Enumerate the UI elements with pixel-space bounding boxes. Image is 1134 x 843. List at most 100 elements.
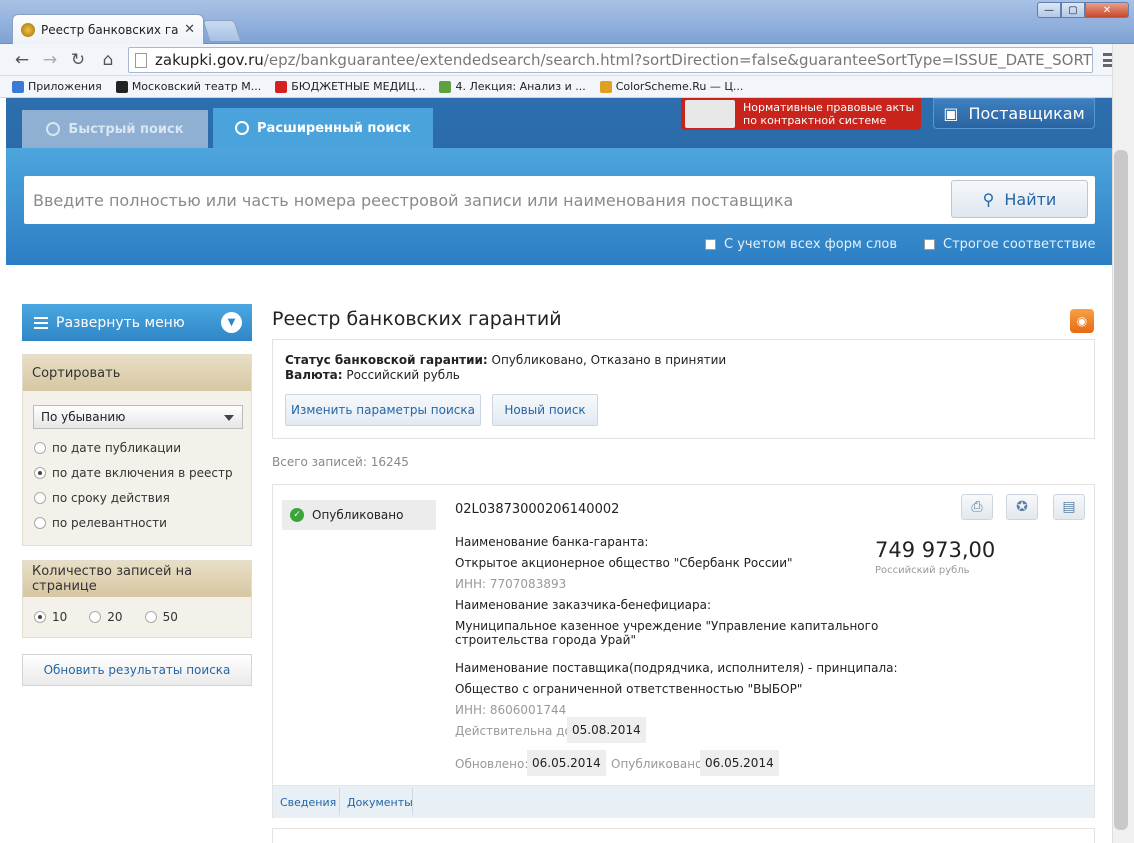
change-params-button[interactable]: Изменить параметры поиска <box>285 394 481 426</box>
bookmark-item[interactable]: Приложения <box>12 80 102 93</box>
bank-name: Открытое акционерное общество "Сбербанк … <box>455 556 793 570</box>
address-bar[interactable]: zakupki.gov.ru /epz/bankguarantee/extend… <box>128 47 1093 73</box>
banner-line-2: по контрактной системе <box>743 114 887 127</box>
checkbox-box[interactable] <box>924 239 935 250</box>
new-search-button[interactable]: Новый поиск <box>492 394 598 426</box>
valid-until-label: Действительна до: <box>455 724 576 738</box>
radio-button[interactable] <box>89 611 102 623</box>
filter-status-label: Статус банковской гарантии: <box>285 353 488 367</box>
print-icon[interactable]: ⎙ <box>961 494 993 520</box>
sort-option[interactable]: по дате публикации <box>23 435 251 460</box>
radio-button-selected[interactable] <box>34 466 46 479</box>
bookmark-item[interactable]: Московский театр М... <box>115 80 261 93</box>
page-viewport: Быстрый поиск Нормативные правовые акты п… <box>0 98 1134 843</box>
tab-extended-label: Расширенный поиск <box>257 120 411 136</box>
sort-direction-select[interactable]: По убыванию <box>33 405 243 429</box>
rss-icon[interactable]: ◉ <box>1070 309 1094 333</box>
bookmark-favicon-icon <box>439 80 452 93</box>
record-number[interactable]: 02L03873000206140002 <box>455 502 619 517</box>
suppliers-icon: ▣ <box>943 104 959 123</box>
radio-button-selected[interactable] <box>34 611 46 623</box>
bookmark-favicon-icon <box>275 80 288 93</box>
clock-icon <box>46 122 61 136</box>
filter-currency-line: Валюта: Российский рубль <box>285 368 460 382</box>
search-input[interactable] <box>24 176 944 224</box>
bookmark-item[interactable]: БЮДЖЕТНЫЕ МЕДИЦ... <box>275 80 425 93</box>
url-host: zakupki.gov.ru <box>155 51 264 69</box>
find-button[interactable]: ⚲ Найти <box>951 180 1088 218</box>
published-label: Опубликовано: <box>611 757 707 771</box>
search-icon: ⚲ <box>982 189 995 209</box>
page-title: Реестр банковских гарантий <box>272 308 562 330</box>
bookmark-item[interactable]: ColorScheme.Ru — Ц... <box>599 80 744 93</box>
sort-option[interactable]: по релевантности <box>23 510 251 535</box>
tab-quick-search[interactable]: Быстрый поиск <box>22 110 208 148</box>
back-icon[interactable]: ← <box>10 48 34 72</box>
bookmark-item[interactable]: 4. Лекция: Анализ и ... <box>439 80 586 93</box>
valid-until-date: 05.08.2014 <box>567 717 646 743</box>
new-tab-button[interactable] <box>202 20 242 42</box>
customer-name-line-1: Муниципальное казенное учреждение "Управ… <box>455 619 879 633</box>
bookmarks-bar: Приложения Московский театр М... БЮДЖЕТНЫЕ… <box>0 76 1134 98</box>
home-icon[interactable]: ⌂ <box>96 48 120 72</box>
expand-menu-button[interactable]: Развернуть меню ▼ <box>22 304 252 341</box>
radio-button[interactable] <box>34 516 46 529</box>
footer-divider <box>412 788 413 815</box>
dropdown-caret-icon <box>224 415 234 421</box>
customer-name-line-2: строительства города Урай" <box>455 633 636 647</box>
search-filters-summary: Статус банковской гарантии: Опубликовано… <box>272 339 1095 439</box>
sort-option[interactable]: по дате включения в реестр <box>23 460 251 485</box>
link-documents[interactable]: Документы <box>347 796 413 809</box>
per-page-option[interactable]: 10 <box>34 610 67 624</box>
next-record-card <box>272 828 1095 843</box>
tab-extended-search[interactable]: Расширенный поиск <box>213 108 433 148</box>
refresh-results-button[interactable]: Обновить результаты поиска <box>22 654 252 686</box>
url-path: /epz/bankguarantee/extendedsearch/search… <box>263 51 1093 69</box>
bank-inn: ИНН: 7707083893 <box>455 577 567 591</box>
maximize-button[interactable]: ▢ <box>1061 2 1085 18</box>
site-favicon-icon <box>21 22 35 37</box>
suppliers-button[interactable]: ▣ Поставщикам <box>933 98 1095 129</box>
filter-currency-label: Валюта: <box>285 368 343 382</box>
reload-icon[interactable]: ↻ <box>66 48 90 72</box>
radio-button[interactable] <box>144 611 157 623</box>
status-label: Опубликовано <box>312 508 404 522</box>
sort-option-label: по релевантности <box>52 515 167 530</box>
updated-date: 06.05.2014 <box>527 750 606 776</box>
sort-option[interactable]: по сроку действия <box>23 485 251 510</box>
radio-button[interactable] <box>34 441 46 454</box>
link-info[interactable]: Сведения <box>280 796 336 809</box>
close-tab-icon[interactable]: ✕ <box>184 22 195 37</box>
bookmark-label: ColorScheme.Ru — Ц... <box>615 80 744 93</box>
per-page-option[interactable]: 50 <box>144 610 178 624</box>
guarantee-amount: 749 973,00 <box>875 538 996 562</box>
legal-acts-banner[interactable]: Нормативные правовые акты по контрактной … <box>681 98 921 130</box>
supplier-inn: ИНН: 8606001744 <box>455 703 567 717</box>
per-page-label: 20 <box>107 610 123 624</box>
tab-quick-label: Быстрый поиск <box>68 121 184 137</box>
word-forms-label: С учетом всех форм слов <box>724 237 898 252</box>
minimize-button[interactable]: — <box>1037 2 1061 18</box>
word-forms-checkbox[interactable]: С учетом всех форм слов <box>705 237 897 252</box>
document-icon[interactable]: ▤ <box>1053 494 1085 520</box>
browser-tab[interactable]: Реестр банковских гарантий ✕ <box>12 14 204 44</box>
per-page-panel: Количество записей на странице 10 20 50 <box>22 560 252 638</box>
amount-currency: Российский рубль <box>875 565 970 576</box>
suppliers-label: Поставщикам <box>968 104 1085 123</box>
scrollbar-thumb[interactable] <box>1114 150 1128 830</box>
filter-status-line: Статус банковской гарантии: Опубликовано… <box>285 353 726 367</box>
certificate-icon[interactable]: ✪ <box>1006 494 1038 520</box>
strict-match-checkbox[interactable]: Строгое соответствие <box>924 237 1095 252</box>
checkbox-box[interactable] <box>705 239 716 250</box>
bookmark-label: Приложения <box>28 80 102 93</box>
forward-icon[interactable]: → <box>38 48 62 72</box>
banner-line-1: Нормативные правовые акты <box>743 101 915 114</box>
sort-panel: Сортировать По убыванию по дате публикац… <box>22 354 252 546</box>
per-page-option[interactable]: 20 <box>89 610 123 624</box>
filter-status-value: Опубликовано, Отказано в принятии <box>491 353 727 367</box>
zoom-plus-icon <box>235 121 250 135</box>
close-window-button[interactable]: ✕ <box>1085 2 1129 18</box>
menu-icon <box>34 316 48 329</box>
radio-button[interactable] <box>34 491 46 504</box>
bookmark-favicon-icon <box>599 80 612 93</box>
